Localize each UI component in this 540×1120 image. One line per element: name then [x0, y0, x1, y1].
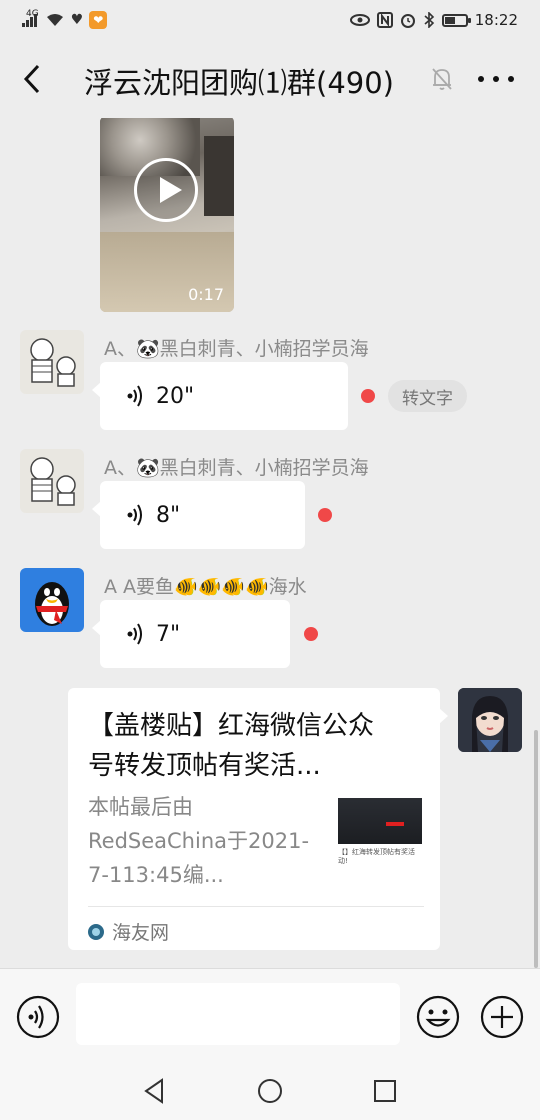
avatar[interactable]: [20, 568, 84, 632]
sender-name: A、🐼黑白刺青、小楠招学员海: [104, 457, 369, 479]
thumbnail-caption: 【】红海转发顶帖有奖活动!: [338, 848, 415, 865]
eye-icon: [349, 14, 370, 26]
back-triangle-icon[interactable]: [140, 1076, 170, 1106]
unread-dot: [318, 508, 332, 522]
avatar[interactable]: [20, 449, 84, 513]
divider: [88, 906, 424, 907]
voice-duration: 7": [156, 621, 181, 647]
sender-name: A A要鱼🐠🐠🐠🐠海水: [104, 576, 307, 598]
sender-name: A、🐼黑白刺青、小楠招学员海: [104, 338, 369, 360]
voice-duration: 8": [156, 502, 181, 528]
voice-message[interactable]: 7": [92, 600, 290, 668]
app-notification-icon: ❤: [89, 11, 108, 29]
emoji-icon[interactable]: [416, 995, 460, 1039]
source-logo-icon: [88, 923, 104, 940]
video-message[interactable]: 0:17: [100, 118, 234, 312]
chat-title: 浮云沈阳团购⑴群(490): [84, 66, 394, 100]
more-icon[interactable]: [478, 64, 514, 94]
voice-input-icon[interactable]: [16, 995, 60, 1039]
clock: 18:22: [474, 11, 518, 29]
system-nav-bar: [0, 1058, 540, 1120]
wifi-icon: [46, 14, 63, 26]
video-duration: 0:17: [188, 285, 224, 304]
health-icon: ♥: [70, 12, 84, 28]
avatar[interactable]: [20, 330, 84, 394]
voice-duration: 20": [156, 383, 195, 409]
input-bar: [0, 968, 540, 1058]
signal-icon: [22, 13, 38, 27]
voice-message[interactable]: 8": [92, 481, 305, 549]
alarm-icon: [400, 14, 415, 28]
chat-message-list[interactable]: 0:17 A、🐼黑白刺青、小楠招学员海 20" 转文字 A、🐼黑白刺青、小楠招学…: [0, 118, 540, 968]
link-card-title: 【盖楼贴】红海微信公众号转发顶帖有奖活...: [88, 711, 375, 781]
link-card-thumbnail: 【】红海转发顶帖有奖活动!: [338, 798, 422, 876]
recents-square-icon[interactable]: [370, 1076, 400, 1106]
status-bar: 4G ♥ ❤ 18:22: [0, 0, 540, 40]
mute-bell-icon[interactable]: [430, 66, 454, 92]
unread-dot: [361, 389, 375, 403]
link-card-source: 海友网: [88, 918, 169, 945]
scrollbar[interactable]: [534, 730, 538, 968]
voice-wave-icon: [127, 504, 142, 526]
voice-wave-icon: [127, 623, 142, 645]
bluetooth-icon: [424, 12, 434, 28]
back-arrow-icon[interactable]: [18, 62, 48, 96]
unread-dot: [304, 627, 318, 641]
avatar[interactable]: [458, 688, 522, 752]
play-icon[interactable]: [134, 158, 198, 222]
nfc-icon: [376, 12, 393, 28]
home-circle-icon[interactable]: [255, 1076, 285, 1106]
source-name: 海友网: [112, 922, 170, 944]
battery-icon: [441, 13, 471, 27]
voice-message[interactable]: 20": [92, 362, 348, 430]
link-card-message[interactable]: 【盖楼贴】红海微信公众号转发顶帖有奖活... 本帖最后由RedSeaChina于…: [68, 688, 448, 950]
message-input[interactable]: [76, 983, 400, 1045]
voice-wave-icon: [127, 385, 142, 407]
link-card-description: 本帖最后由RedSeaChina于2021-7-113:45编...: [88, 795, 310, 887]
plus-icon[interactable]: [480, 995, 524, 1039]
chat-header: 浮云沈阳团购⑴群(490): [0, 40, 540, 118]
to-text-button[interactable]: 转文字: [388, 380, 467, 412]
